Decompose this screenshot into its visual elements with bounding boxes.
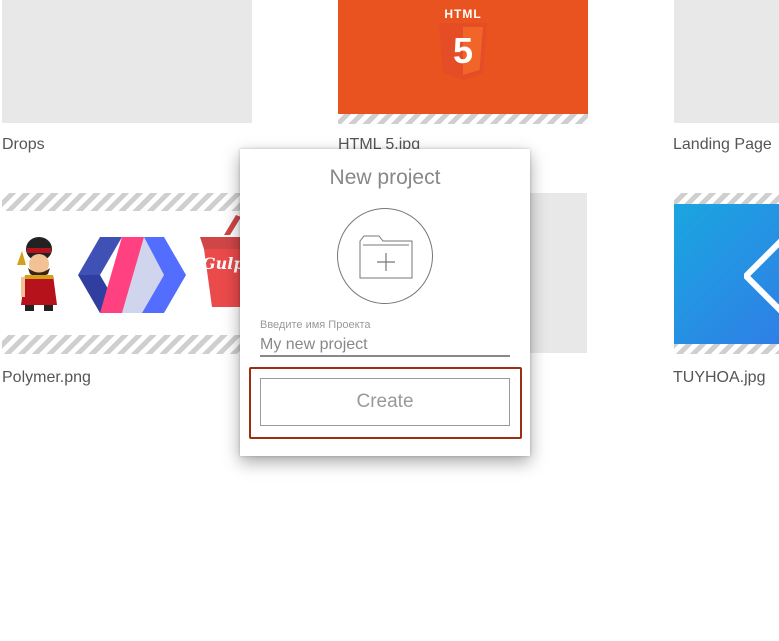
project-thumbnail[interactable] xyxy=(674,193,779,354)
tuyhoa-image xyxy=(674,204,779,344)
project-name: Drops xyxy=(2,136,45,153)
project-thumbnail[interactable] xyxy=(674,0,779,123)
create-button[interactable]: Create xyxy=(260,378,510,426)
project-name: Polymer.png xyxy=(2,369,91,386)
project-thumbnail[interactable]: Gulp xyxy=(2,193,252,354)
html5-image: HTML 5 xyxy=(338,0,588,114)
project-name-label: Введите имя Проекта xyxy=(260,319,371,331)
chevron-left-icon xyxy=(744,238,779,314)
html5-numeral: 5 xyxy=(453,30,473,71)
project-thumbnail[interactable]: HTML 5 xyxy=(338,0,588,124)
project-name-input[interactable] xyxy=(260,335,510,357)
html5-badge-text: HTML xyxy=(444,7,482,21)
html5-shield-icon: 5 xyxy=(439,23,487,80)
yeoman-icon xyxy=(17,237,57,311)
project-thumbnail[interactable] xyxy=(2,0,252,123)
new-project-dialog: New project Введите имя Проекта Create xyxy=(240,149,530,456)
project-name: Landing Page xyxy=(673,136,772,153)
folder-plus-icon xyxy=(337,208,433,304)
polymer-logo-icon xyxy=(78,237,186,313)
gulp-logo-text: Gulp xyxy=(202,254,245,273)
project-name: TUYHOA.jpg xyxy=(673,369,766,386)
dialog-title: New project xyxy=(329,166,441,189)
polymer-image: Gulp xyxy=(2,211,252,335)
